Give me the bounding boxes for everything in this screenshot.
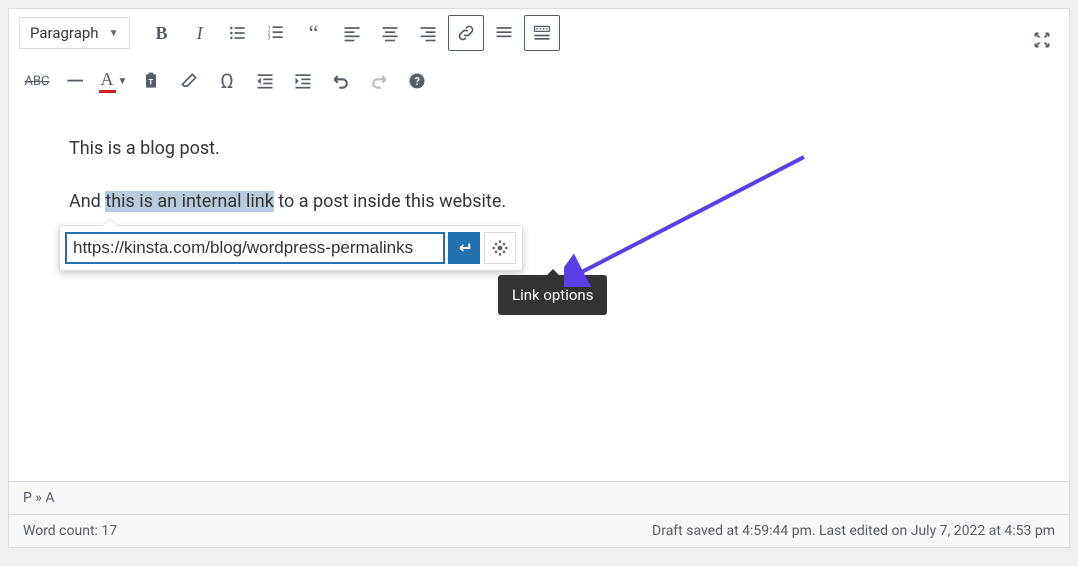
- link-icon: [456, 23, 476, 43]
- more-button[interactable]: [486, 15, 522, 51]
- paste-text-button[interactable]: T: [133, 63, 169, 99]
- align-right-icon: [418, 23, 438, 43]
- element-path[interactable]: P » A: [9, 482, 1069, 515]
- eraser-icon: [179, 71, 199, 91]
- selected-link-text[interactable]: this is an internal link: [105, 191, 274, 212]
- format-selector[interactable]: Paragraph: [19, 17, 130, 49]
- paragraph-2: And this is an internal link to a post i…: [69, 188, 1009, 217]
- bullet-list-icon: [228, 23, 248, 43]
- undo-button[interactable]: [323, 63, 359, 99]
- save-info: Draft saved at 4:59:44 pm. Last edited o…: [652, 523, 1055, 539]
- svg-text:?: ?: [415, 75, 420, 88]
- indent-icon: [293, 71, 313, 91]
- help-button[interactable]: ?: [399, 63, 435, 99]
- tooltip-text: Link options: [512, 286, 593, 304]
- status-bar: P » A Word count: 17 Draft saved at 4:59…: [9, 481, 1069, 547]
- outdent-icon: [255, 71, 275, 91]
- tooltip: Link options: [498, 275, 607, 315]
- align-center-icon: [380, 23, 400, 43]
- blockquote-button[interactable]: “: [296, 15, 332, 51]
- align-center-button[interactable]: [372, 15, 408, 51]
- chevron-down-icon: ▼: [118, 76, 128, 87]
- gear-icon: [491, 239, 509, 257]
- link-button[interactable]: [448, 15, 484, 51]
- hr-button[interactable]: —: [57, 63, 93, 99]
- numbered-list-icon: 123: [266, 23, 286, 43]
- text-color-icon: A: [99, 69, 116, 93]
- text-color-button[interactable]: A ▼: [95, 63, 131, 99]
- word-count: Word count: 17: [23, 523, 117, 539]
- more-icon: [494, 23, 514, 43]
- toolbar-toggle-icon: [532, 23, 552, 43]
- help-icon: ?: [407, 71, 427, 91]
- numbered-list-button[interactable]: 123: [258, 15, 294, 51]
- indent-button[interactable]: [285, 63, 321, 99]
- fullscreen-button[interactable]: [1024, 22, 1060, 58]
- format-selector-label: Paragraph: [30, 24, 99, 42]
- link-url-input[interactable]: [66, 233, 444, 263]
- clipboard-icon: T: [141, 71, 161, 91]
- align-left-icon: [342, 23, 362, 43]
- bold-button[interactable]: B: [144, 15, 180, 51]
- status-info-row: Word count: 17 Draft saved at 4:59:44 pm…: [9, 515, 1069, 547]
- redo-button[interactable]: [361, 63, 397, 99]
- editor-container: Paragraph B I 123 “: [8, 8, 1070, 548]
- special-char-button[interactable]: Ω: [209, 63, 245, 99]
- svg-text:3: 3: [267, 36, 270, 42]
- annotation-arrow: [564, 147, 824, 287]
- link-apply-button[interactable]: [448, 232, 480, 264]
- toolbar-toggle-button[interactable]: [524, 15, 560, 51]
- clear-format-button[interactable]: [171, 63, 207, 99]
- toolbar: Paragraph B I 123 “: [9, 9, 1069, 105]
- strikethrough-button[interactable]: ABC: [19, 63, 55, 99]
- redo-icon: [369, 71, 389, 91]
- outdent-button[interactable]: [247, 63, 283, 99]
- paragraph-1: This is a blog post.: [69, 135, 1009, 164]
- toolbar-row-2: ABC — A ▼ T Ω: [9, 57, 1069, 105]
- link-toolbar: [59, 225, 523, 271]
- svg-text:T: T: [149, 77, 154, 86]
- enter-icon: [455, 239, 473, 257]
- link-settings-button[interactable]: [484, 232, 516, 264]
- bullet-list-button[interactable]: [220, 15, 256, 51]
- editor-content[interactable]: This is a blog post. And this is an inte…: [9, 105, 1069, 481]
- fullscreen-icon: [1032, 30, 1052, 50]
- italic-button[interactable]: I: [182, 15, 218, 51]
- toolbar-row-1: Paragraph B I 123 “: [9, 9, 1069, 57]
- undo-icon: [331, 71, 351, 91]
- align-right-button[interactable]: [410, 15, 446, 51]
- align-left-button[interactable]: [334, 15, 370, 51]
